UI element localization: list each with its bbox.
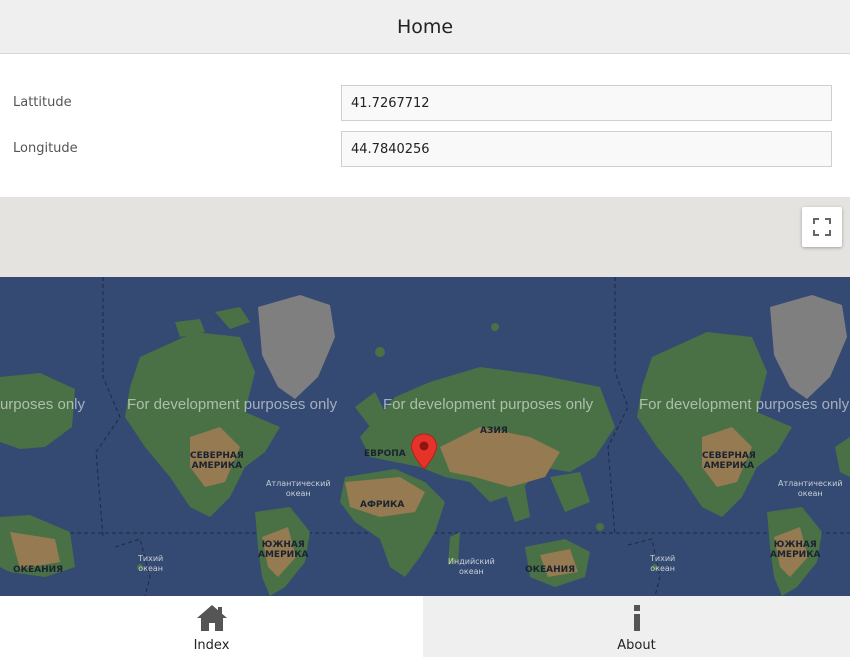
longitude-row: Longitude	[0, 131, 850, 167]
label-indian: Индийский океан	[448, 557, 495, 576]
tab-index[interactable]: Index	[0, 596, 423, 657]
watermark-left: For development purposes only	[0, 396, 85, 413]
label-atlantic: Атлантический океан	[266, 479, 331, 498]
label-pacific: Тихий океан	[138, 554, 164, 573]
info-icon	[633, 605, 640, 631]
map-empty-area[interactable]	[0, 197, 850, 277]
label-south-america-right: ЮЖНАЯ АМЕРИКА	[770, 540, 821, 560]
label-north-america: СЕВЕРНАЯ АМЕРИКА	[190, 451, 244, 471]
map-view[interactable]: For development purposes only For develo…	[0, 197, 850, 596]
map-pin-icon[interactable]	[410, 433, 438, 471]
watermark-1: For development purposes only	[127, 396, 338, 413]
tab-index-label: Index	[193, 638, 230, 653]
watermark-3: For development purposes only	[639, 396, 850, 413]
home-icon	[196, 605, 227, 631]
latitude-input[interactable]	[341, 85, 832, 121]
bottom-tab-bar: Index About	[0, 596, 850, 657]
tab-about-label: About	[617, 638, 656, 653]
page-title: Home	[396, 15, 454, 38]
label-south-america: ЮЖНАЯ АМЕРИКА	[258, 540, 309, 560]
latitude-row: Lattitude	[0, 85, 850, 121]
fullscreen-icon	[813, 218, 831, 236]
app-header: Home	[0, 0, 850, 54]
label-asia: АЗИЯ	[480, 426, 508, 436]
label-europe: ЕВРОПА	[364, 449, 406, 459]
label-africa: АФРИКА	[360, 500, 405, 510]
label-pacific-right: Тихий океан	[650, 554, 676, 573]
label-oceania: ОКЕАНИЯ	[525, 565, 576, 575]
coordinates-form: Lattitude Longitude	[0, 54, 850, 197]
label-oceania-left: ОКЕАНИЯ	[13, 565, 64, 575]
label-north-america-right: СЕВЕРНАЯ АМЕРИКА	[702, 451, 756, 471]
watermark-2: For development purposes only	[383, 396, 594, 413]
label-atlantic-right: Атлантический океан	[778, 479, 843, 498]
longitude-label: Longitude	[13, 141, 78, 156]
longitude-input[interactable]	[341, 131, 832, 167]
fullscreen-button[interactable]	[802, 207, 842, 247]
latitude-label: Lattitude	[13, 95, 72, 110]
tab-about[interactable]: About	[423, 596, 850, 657]
